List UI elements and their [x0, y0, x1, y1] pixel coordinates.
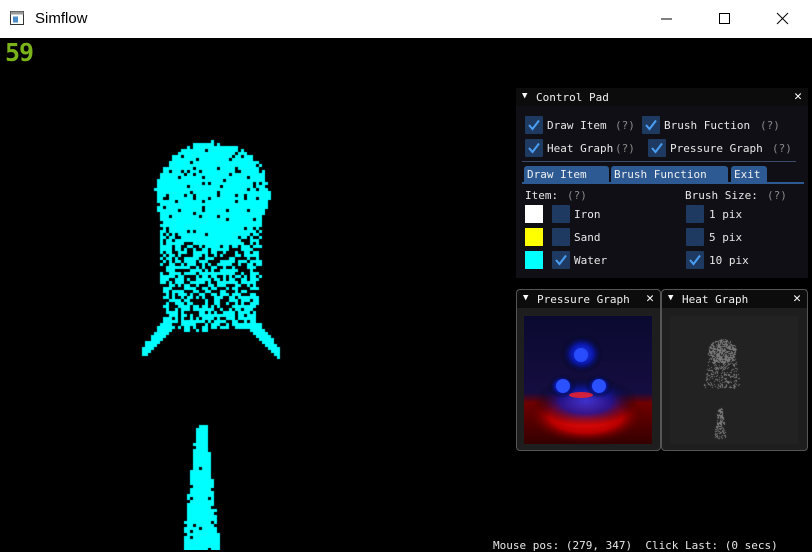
close-button[interactable] [754, 0, 812, 38]
item-sand-label: Sand [574, 231, 601, 244]
brush-1pix-checkbox[interactable] [686, 205, 704, 223]
heat-graph-image [670, 316, 798, 444]
heat-graph-window[interactable]: ▼ Heat Graph ✕ [661, 289, 808, 451]
brush-size-header: Brush Size: [685, 189, 758, 202]
minimize-button[interactable] [638, 0, 696, 38]
pressure-graph-title: Pressure Graph [537, 293, 630, 306]
help-icon[interactable]: (?) [615, 119, 635, 132]
help-icon[interactable]: (?) [767, 189, 787, 202]
check-icon [528, 119, 540, 131]
app-icon [10, 11, 24, 25]
tab-underline [522, 182, 804, 184]
control-pad-header[interactable]: ▼ Control Pad ✕ [516, 88, 808, 106]
item-header: Item: [525, 189, 559, 202]
check-icon [555, 254, 567, 266]
toggle-brush-function-checkbox[interactable] [642, 116, 660, 134]
check-icon [645, 119, 657, 131]
water-color-swatch [525, 251, 543, 269]
item-iron-label: Iron [574, 208, 601, 221]
fps-counter: 59 [5, 38, 34, 67]
brush-5pix-label: 5 pix [709, 231, 743, 244]
tab-brush-function[interactable]: Brush Function [611, 166, 728, 183]
heat-graph-title: Heat Graph [682, 293, 749, 306]
toggle-brush-function-label: Brush Fuction [664, 119, 751, 132]
item-iron-checkbox[interactable] [552, 205, 570, 223]
control-pad-window[interactable]: ▼ Control Pad ✕ Draw Item (?) Brush Fuct… [516, 88, 808, 278]
control-pad-close-icon[interactable]: ✕ [794, 89, 802, 104]
brush-1pix-label: 1 pix [709, 208, 743, 221]
item-water-label: Water [574, 254, 608, 267]
iron-color-swatch [525, 205, 543, 223]
toggle-draw-item-checkbox[interactable] [525, 116, 543, 134]
item-sand-checkbox[interactable] [552, 228, 570, 246]
control-pad-title: Control Pad [536, 91, 609, 104]
heat-graph-close-icon[interactable]: ✕ [793, 291, 801, 306]
minimize-icon [661, 18, 672, 20]
toggle-pressure-graph-checkbox[interactable] [648, 139, 666, 157]
collapse-triangle-icon[interactable]: ▼ [668, 293, 673, 303]
pressure-graph-header[interactable]: ▼ Pressure Graph ✕ [517, 290, 660, 308]
sand-color-swatch [525, 228, 543, 246]
toggle-draw-item-label: Draw Item [547, 119, 607, 132]
toggle-heat-graph-label: Heat Graph [547, 142, 614, 155]
help-icon[interactable]: (?) [615, 142, 635, 155]
check-icon [651, 142, 663, 154]
tab-exit[interactable]: Exit [731, 166, 767, 183]
help-icon[interactable]: (?) [567, 189, 587, 202]
pressure-graph-image [524, 316, 652, 444]
check-icon [528, 142, 540, 154]
heat-graph-header[interactable]: ▼ Heat Graph ✕ [662, 290, 807, 308]
brush-5pix-checkbox[interactable] [686, 228, 704, 246]
help-icon[interactable]: (?) [760, 119, 780, 132]
window-title: Simflow [35, 10, 88, 27]
separator [522, 161, 796, 162]
tab-draw-item[interactable]: Draw Item [524, 166, 609, 183]
help-icon[interactable]: (?) [772, 142, 792, 155]
toggle-heat-graph-checkbox[interactable] [525, 139, 543, 157]
check-icon [689, 254, 701, 266]
brush-10pix-checkbox[interactable] [686, 251, 704, 269]
collapse-triangle-icon[interactable]: ▼ [523, 293, 528, 303]
maximize-icon [719, 13, 730, 24]
item-water-checkbox[interactable] [552, 251, 570, 269]
toggle-pressure-graph-label: Pressure Graph [670, 142, 763, 155]
status-bar: Mouse pos: (279, 347) Click Last: (0 sec… [493, 539, 778, 552]
maximize-button[interactable] [696, 0, 754, 38]
title-bar: Simflow [0, 0, 812, 38]
pressure-graph-window[interactable]: ▼ Pressure Graph ✕ [516, 289, 661, 451]
collapse-triangle-icon[interactable]: ▼ [522, 91, 527, 101]
brush-10pix-label: 10 pix [709, 254, 749, 267]
close-icon [776, 12, 789, 25]
pressure-graph-close-icon[interactable]: ✕ [646, 291, 654, 306]
